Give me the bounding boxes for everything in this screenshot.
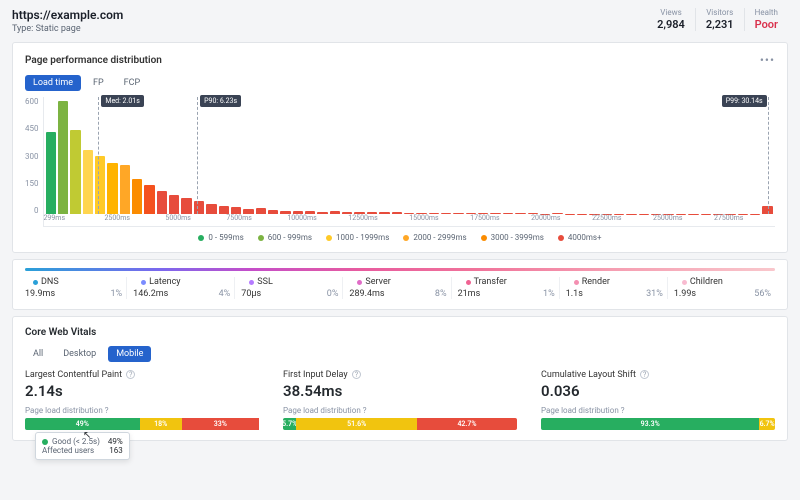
dist-segment[interactable]: 51.6% [296,418,417,430]
histogram-bar[interactable] [95,156,105,215]
histogram-bar[interactable] [70,130,80,214]
histogram-bar[interactable] [157,191,167,214]
legend-item: 1000 - 1999ms [326,233,389,242]
histogram-bar[interactable] [46,132,56,214]
timing-cell: Transfer21ms1% [458,277,560,299]
dist-segment[interactable]: 18% [140,418,182,430]
help-icon[interactable]: ? [640,370,649,379]
dist-segment[interactable]: 33% [182,418,259,430]
chart-marker: P99: 30.14s [768,97,769,214]
tab-fp[interactable]: FP [85,75,112,91]
legend-item: 3000 - 3999ms [481,233,544,242]
histogram-bar[interactable] [107,163,117,214]
dist-segment[interactable]: 42.7% [417,418,517,430]
timing-cell: Latency146.2ms4% [133,277,235,299]
header-stat: Visitors2,231 [695,8,744,31]
histogram-bar[interactable] [132,179,142,214]
header-stat: HealthPoor [744,8,788,31]
tab-fcp[interactable]: FCP [116,75,149,91]
performance-title: Page performance distribution [25,55,162,66]
legend-item: 0 - 599ms [198,233,243,242]
dist-tooltip: Good (< 2.5s)49%Affected users163 [35,432,130,460]
histogram-bar[interactable] [144,185,154,214]
cwv-card: Core Web Vitals AllDesktopMobile Largest… [12,316,788,441]
histogram-bar[interactable] [169,195,179,214]
legend-item: 4000ms+ [558,233,602,242]
tab-load-time[interactable]: Load time [25,75,81,91]
chart-marker: P90: 6.23s [197,97,198,214]
cwv-metric: First Input Delay ?38.54msPage load dist… [283,370,517,430]
dist-segment[interactable]: 93.3% [541,418,759,430]
page-url: https://example.com [12,8,123,22]
header-stat: Views2,984 [647,8,695,31]
cwv-metric: Cumulative Layout Shift ?0.036Page load … [541,370,775,430]
legend-item: 2000 - 2999ms [403,233,466,242]
timing-gradient-bar [25,268,775,271]
histogram-bar[interactable] [120,165,130,214]
tab-desktop[interactable]: Desktop [55,346,104,362]
cwv-title: Core Web Vitals [25,327,775,338]
help-icon[interactable]: ? [105,406,109,415]
timing-cell: Render1.1s31% [566,277,668,299]
help-icon[interactable]: ? [126,370,135,379]
timing-cell: DNS19.9ms1% [25,277,127,299]
page-header: https://example.com Type: Static page Vi… [12,8,788,34]
help-icon[interactable]: ? [363,406,367,415]
tab-mobile[interactable]: Mobile [108,346,151,362]
perf-tabs: Load timeFPFCP [25,75,775,91]
timing-cell: Server289.4ms8% [349,277,451,299]
dist-segment[interactable]: 6.7% [759,418,775,430]
dist-segment[interactable]: 49% [25,418,140,430]
distribution-chart: 6004503001500 299ms2500ms5000ms7500ms100… [25,97,775,227]
histogram-bar[interactable] [194,201,204,214]
help-icon[interactable]: ? [352,370,361,379]
card-menu-icon[interactable]: ••• [760,53,775,67]
timing-cell: Children1.99s56% [674,277,775,299]
cwv-tabs: AllDesktopMobile [25,346,775,362]
histogram-bar[interactable] [219,206,229,214]
legend-item: 600 - 999ms [258,233,312,242]
cwv-metric: Largest Contentful Paint ?2.14sPage load… [25,370,259,430]
timing-cell: SSL70µs0% [241,277,343,299]
histogram-bar[interactable] [83,150,93,214]
tab-all[interactable]: All [25,346,51,362]
performance-card: Page performance distribution ••• Load t… [12,42,788,253]
histogram-bar[interactable] [58,101,68,214]
timing-card: DNS19.9ms1% Latency146.2ms4% SSL70µs0% Serv… [12,259,788,310]
histogram-bar[interactable] [206,204,216,214]
histogram-bar[interactable] [181,198,191,214]
chart-marker: Med: 2.01s [98,97,99,214]
dist-segment[interactable]: 5.7% [283,418,296,430]
histogram-bar[interactable] [231,207,241,214]
help-icon[interactable]: ? [621,406,625,415]
page-type: Type: Static page [12,24,123,34]
